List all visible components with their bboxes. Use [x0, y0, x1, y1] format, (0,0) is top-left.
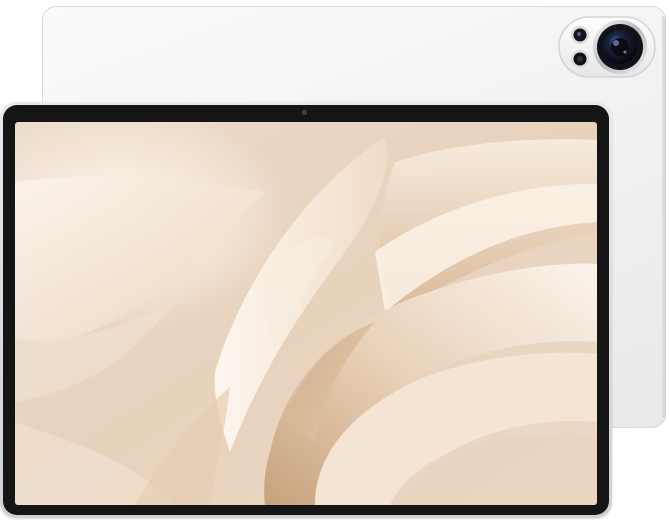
tablet-front [0, 102, 612, 518]
secondary-camera-icon [571, 26, 589, 44]
tablet-screen [15, 122, 597, 505]
product-scene [0, 0, 669, 520]
tablet-bezel [3, 105, 609, 515]
wallpaper [15, 122, 597, 505]
flash-icon [571, 50, 589, 68]
rear-camera-module [558, 16, 656, 78]
front-camera-icon [302, 110, 307, 115]
rear-camera-icon [593, 20, 647, 74]
